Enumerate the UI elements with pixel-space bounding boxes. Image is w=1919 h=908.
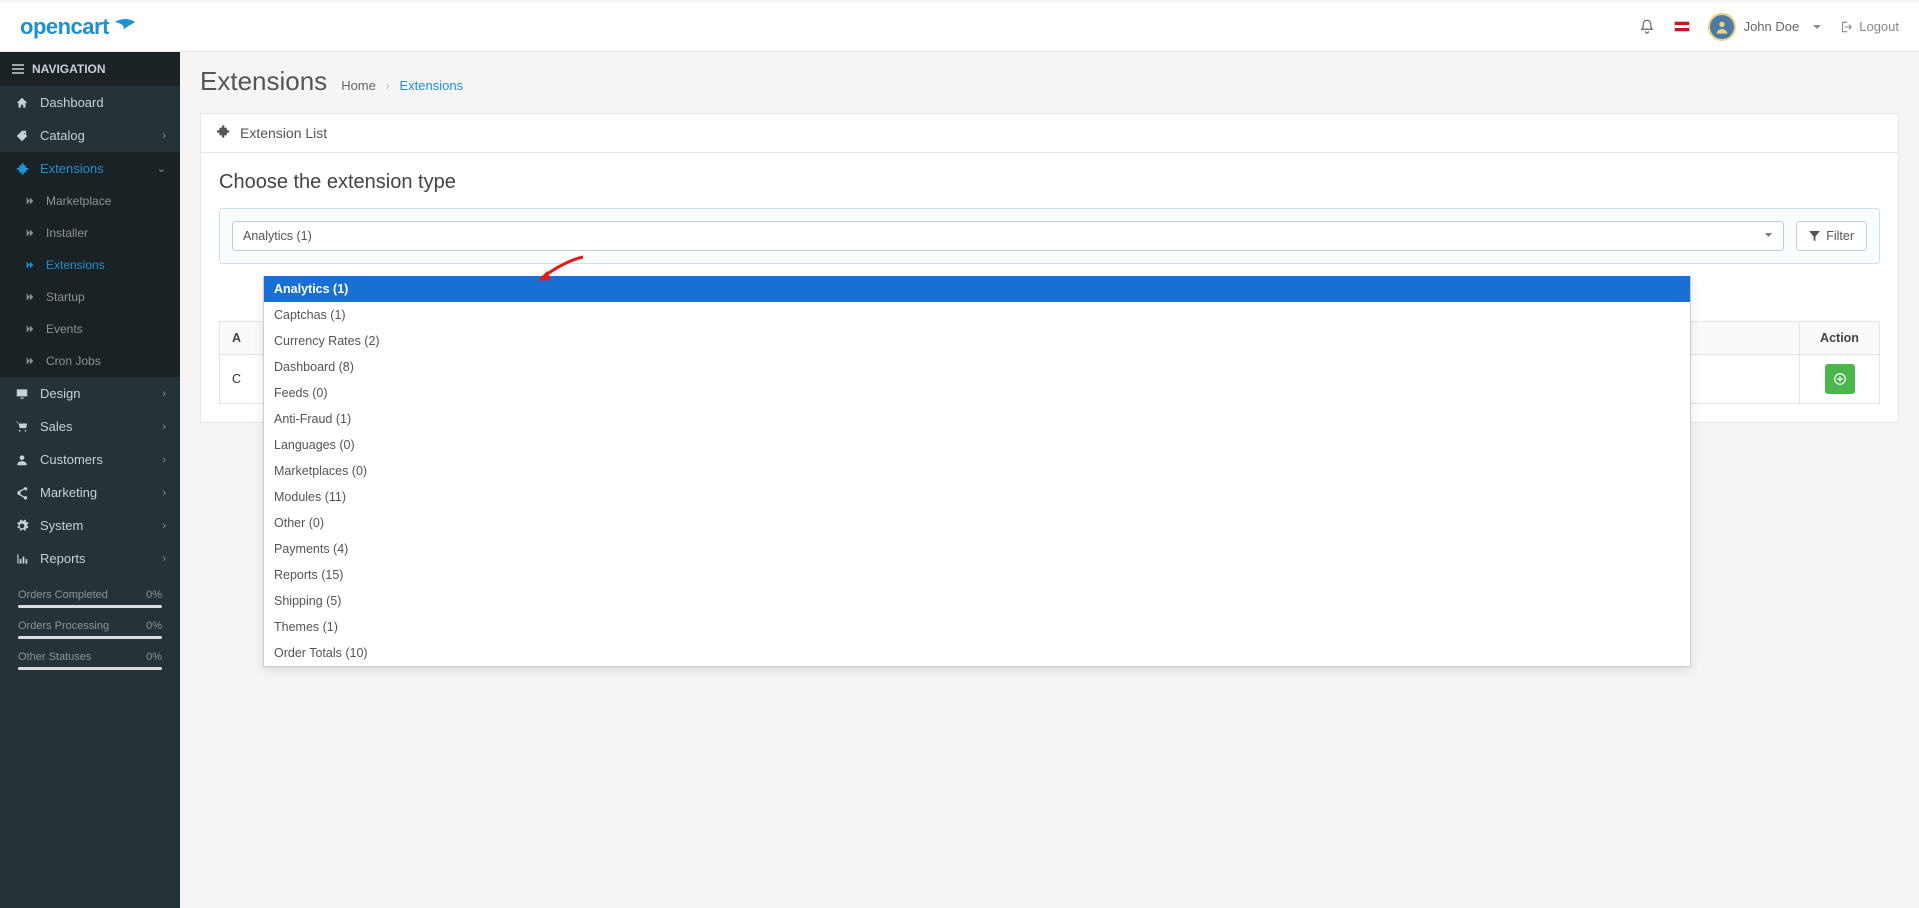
sidebar-item-catalog[interactable]: Catalog› (0, 119, 180, 152)
double-chevron-icon (24, 228, 36, 238)
share-icon (14, 486, 30, 500)
sidebar-sub-events[interactable]: Events (0, 313, 180, 345)
logout-link[interactable]: Logout (1839, 19, 1899, 34)
nav-title: NAVIGATION (0, 52, 180, 86)
double-chevron-icon (24, 292, 36, 302)
option-modules-11-[interactable]: Modules (11) (264, 484, 1690, 510)
sidebar-sub-extensions[interactable]: Extensions (0, 249, 180, 281)
locale-flag-icon[interactable] (1674, 21, 1690, 32)
puzzle-icon (14, 162, 30, 176)
option-feeds-0-[interactable]: Feeds (0) (264, 380, 1690, 406)
option-order-totals-10-[interactable]: Order Totals (10) (264, 640, 1690, 666)
breadcrumb: Home › Extensions (341, 78, 463, 93)
chart-icon (14, 552, 30, 566)
chevron-right-icon: › (162, 130, 166, 142)
chevron-right-icon: › (162, 553, 166, 565)
option-other-0-[interactable]: Other (0) (264, 510, 1690, 536)
sidebar-item-customers[interactable]: Customers› (0, 443, 180, 476)
monitor-icon (14, 387, 30, 401)
panel-extension-list: Extension List Choose the extension type… (200, 113, 1899, 423)
option-languages-0-[interactable]: Languages (0) (264, 432, 1690, 458)
double-chevron-icon (24, 356, 36, 366)
puzzle-icon (215, 124, 230, 142)
sidebar-sub-cron-jobs[interactable]: Cron Jobs (0, 345, 180, 377)
logout-label: Logout (1859, 19, 1899, 34)
caret-down-icon (1807, 19, 1821, 34)
avatar (1708, 13, 1736, 41)
chevron-right-icon: › (162, 454, 166, 466)
sidebar-item-system[interactable]: System› (0, 509, 180, 542)
stat-bar (18, 636, 162, 639)
double-chevron-icon (24, 324, 36, 334)
chevron-down-icon: ⌄ (157, 162, 166, 175)
sidebar-item-reports[interactable]: Reports› (0, 542, 180, 575)
extension-type-dropdown: Analytics (1)Captchas (1)Currency Rates … (263, 276, 1691, 667)
option-analytics-1-[interactable]: Analytics (1) (264, 276, 1690, 302)
sidebar-item-extensions[interactable]: Extensions⌄ (0, 152, 180, 185)
stat-row: Orders Processing0% (18, 620, 162, 632)
panel-heading: Extension List (201, 114, 1898, 153)
sidebar-sub-marketplace[interactable]: Marketplace (0, 185, 180, 217)
stat-bar (18, 605, 162, 608)
double-chevron-icon (24, 260, 36, 270)
gear-icon (14, 519, 30, 533)
option-marketplaces-0-[interactable]: Marketplaces (0) (264, 458, 1690, 484)
cart-icon (14, 420, 30, 434)
double-chevron-icon (24, 196, 36, 206)
user-icon (14, 453, 30, 467)
chevron-right-icon: › (162, 487, 166, 499)
chevron-right-icon: › (162, 388, 166, 400)
tag-icon (14, 129, 30, 143)
stat-row: Orders Completed0% (18, 589, 162, 601)
main-content: Extensions Home › Extensions Extension L… (180, 52, 1919, 908)
sidebar-item-marketing[interactable]: Marketing› (0, 476, 180, 509)
install-button[interactable] (1825, 364, 1855, 394)
option-dashboard-8-[interactable]: Dashboard (8) (264, 354, 1690, 380)
crumb-extensions[interactable]: Extensions (399, 78, 463, 93)
sidebar-sub-startup[interactable]: Startup (0, 281, 180, 313)
stat-bar (18, 667, 162, 670)
sidebar-item-design[interactable]: Design› (0, 377, 180, 410)
sidebar-sub-installer[interactable]: Installer (0, 217, 180, 249)
filter-button[interactable]: Filter (1796, 221, 1867, 251)
option-currency-rates-2-[interactable]: Currency Rates (2) (264, 328, 1690, 354)
option-anti-fraud-1-[interactable]: Anti-Fraud (1) (264, 406, 1690, 432)
stat-row: Other Statuses0% (18, 651, 162, 663)
sidebar-item-dashboard[interactable]: Dashboard (0, 86, 180, 119)
user-menu[interactable]: John Doe (1708, 13, 1822, 41)
username: John Doe (1744, 19, 1800, 34)
logo[interactable]: opencart (20, 14, 139, 40)
th-action: Action (1800, 322, 1880, 355)
crumb-home[interactable]: Home (341, 78, 376, 93)
choose-type-title: Choose the extension type (219, 171, 1880, 194)
panel-title-text: Extension List (240, 125, 327, 141)
sidebar: NAVIGATION DashboardCatalog›Extensions⌄M… (0, 52, 180, 908)
logo-text: opencart (20, 14, 109, 40)
page-title: Extensions (200, 66, 327, 97)
bell-icon[interactable] (1638, 18, 1656, 36)
option-payments-4-[interactable]: Payments (4) (264, 536, 1690, 562)
chevron-right-icon: › (162, 421, 166, 433)
option-themes-1-[interactable]: Themes (1) (264, 614, 1690, 640)
extension-type-select[interactable] (232, 221, 1784, 251)
dash-icon (14, 96, 30, 110)
header-bar: opencart John Doe Logout (0, 2, 1919, 52)
filter-label: Filter (1826, 229, 1854, 243)
option-shipping-5-[interactable]: Shipping (5) (264, 588, 1690, 614)
logo-arrow-icon (113, 16, 139, 37)
option-reports-15-[interactable]: Reports (15) (264, 562, 1690, 588)
option-captchas-1-[interactable]: Captchas (1) (264, 302, 1690, 328)
chevron-right-icon: › (162, 520, 166, 532)
sidebar-item-sales[interactable]: Sales› (0, 410, 180, 443)
